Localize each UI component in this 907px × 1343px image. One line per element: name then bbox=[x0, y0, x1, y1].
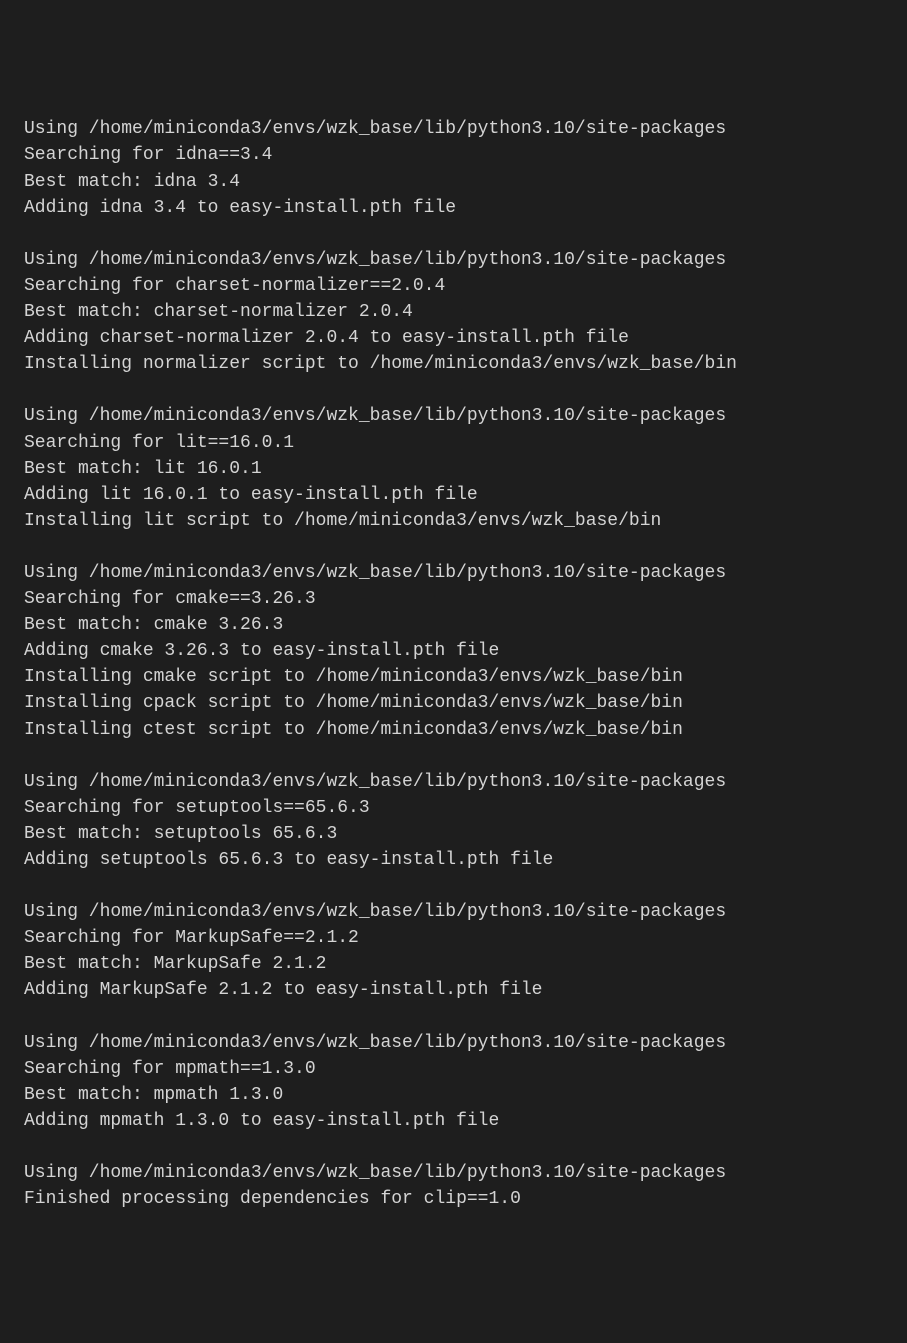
terminal-line: Adding lit 16.0.1 to easy-install.pth fi… bbox=[24, 482, 883, 508]
terminal-line: Best match: lit 16.0.1 bbox=[24, 456, 883, 482]
terminal-output: Using /home/miniconda3/envs/wzk_base/lib… bbox=[24, 116, 883, 1212]
terminal-line: Adding setuptools 65.6.3 to easy-install… bbox=[24, 847, 883, 873]
terminal-line: Installing normalizer script to /home/mi… bbox=[24, 351, 883, 377]
terminal-line: Finished processing dependencies for cli… bbox=[24, 1186, 883, 1212]
terminal-line: Best match: cmake 3.26.3 bbox=[24, 612, 883, 638]
terminal-line: Installing cpack script to /home/minicon… bbox=[24, 690, 883, 716]
terminal-line: Searching for cmake==3.26.3 bbox=[24, 586, 883, 612]
terminal-line: Adding mpmath 1.3.0 to easy-install.pth … bbox=[24, 1108, 883, 1134]
terminal-line bbox=[24, 221, 883, 247]
terminal-line: Best match: setuptools 65.6.3 bbox=[24, 821, 883, 847]
terminal-line: Using /home/miniconda3/envs/wzk_base/lib… bbox=[24, 403, 883, 429]
terminal-line: Adding charset-normalizer 2.0.4 to easy-… bbox=[24, 325, 883, 351]
terminal-line: Using /home/miniconda3/envs/wzk_base/lib… bbox=[24, 247, 883, 273]
terminal-line bbox=[24, 873, 883, 899]
terminal-line bbox=[24, 1134, 883, 1160]
terminal-line: Best match: mpmath 1.3.0 bbox=[24, 1082, 883, 1108]
terminal-line: Searching for setuptools==65.6.3 bbox=[24, 795, 883, 821]
terminal-line: Searching for lit==16.0.1 bbox=[24, 430, 883, 456]
terminal-line: Using /home/miniconda3/envs/wzk_base/lib… bbox=[24, 1160, 883, 1186]
terminal-line: Using /home/miniconda3/envs/wzk_base/lib… bbox=[24, 560, 883, 586]
terminal-line bbox=[24, 1004, 883, 1030]
terminal-line: Best match: idna 3.4 bbox=[24, 169, 883, 195]
terminal-line: Adding idna 3.4 to easy-install.pth file bbox=[24, 195, 883, 221]
terminal-line: Using /home/miniconda3/envs/wzk_base/lib… bbox=[24, 1030, 883, 1056]
terminal-line: Searching for charset-normalizer==2.0.4 bbox=[24, 273, 883, 299]
terminal-line: Searching for mpmath==1.3.0 bbox=[24, 1056, 883, 1082]
terminal-line: Adding MarkupSafe 2.1.2 to easy-install.… bbox=[24, 977, 883, 1003]
terminal-line: Best match: MarkupSafe 2.1.2 bbox=[24, 951, 883, 977]
terminal-line: Searching for idna==3.4 bbox=[24, 142, 883, 168]
terminal-line: Using /home/miniconda3/envs/wzk_base/lib… bbox=[24, 769, 883, 795]
terminal-line: Best match: charset-normalizer 2.0.4 bbox=[24, 299, 883, 325]
terminal-line bbox=[24, 377, 883, 403]
terminal-line: Installing cmake script to /home/minicon… bbox=[24, 664, 883, 690]
terminal-line: Using /home/miniconda3/envs/wzk_base/lib… bbox=[24, 899, 883, 925]
terminal-line: Installing ctest script to /home/minicon… bbox=[24, 717, 883, 743]
terminal-line: Searching for MarkupSafe==2.1.2 bbox=[24, 925, 883, 951]
terminal-line bbox=[24, 534, 883, 560]
terminal-line bbox=[24, 743, 883, 769]
terminal-line: Installing lit script to /home/miniconda… bbox=[24, 508, 883, 534]
terminal-line: Adding cmake 3.26.3 to easy-install.pth … bbox=[24, 638, 883, 664]
terminal-line: Using /home/miniconda3/envs/wzk_base/lib… bbox=[24, 116, 883, 142]
